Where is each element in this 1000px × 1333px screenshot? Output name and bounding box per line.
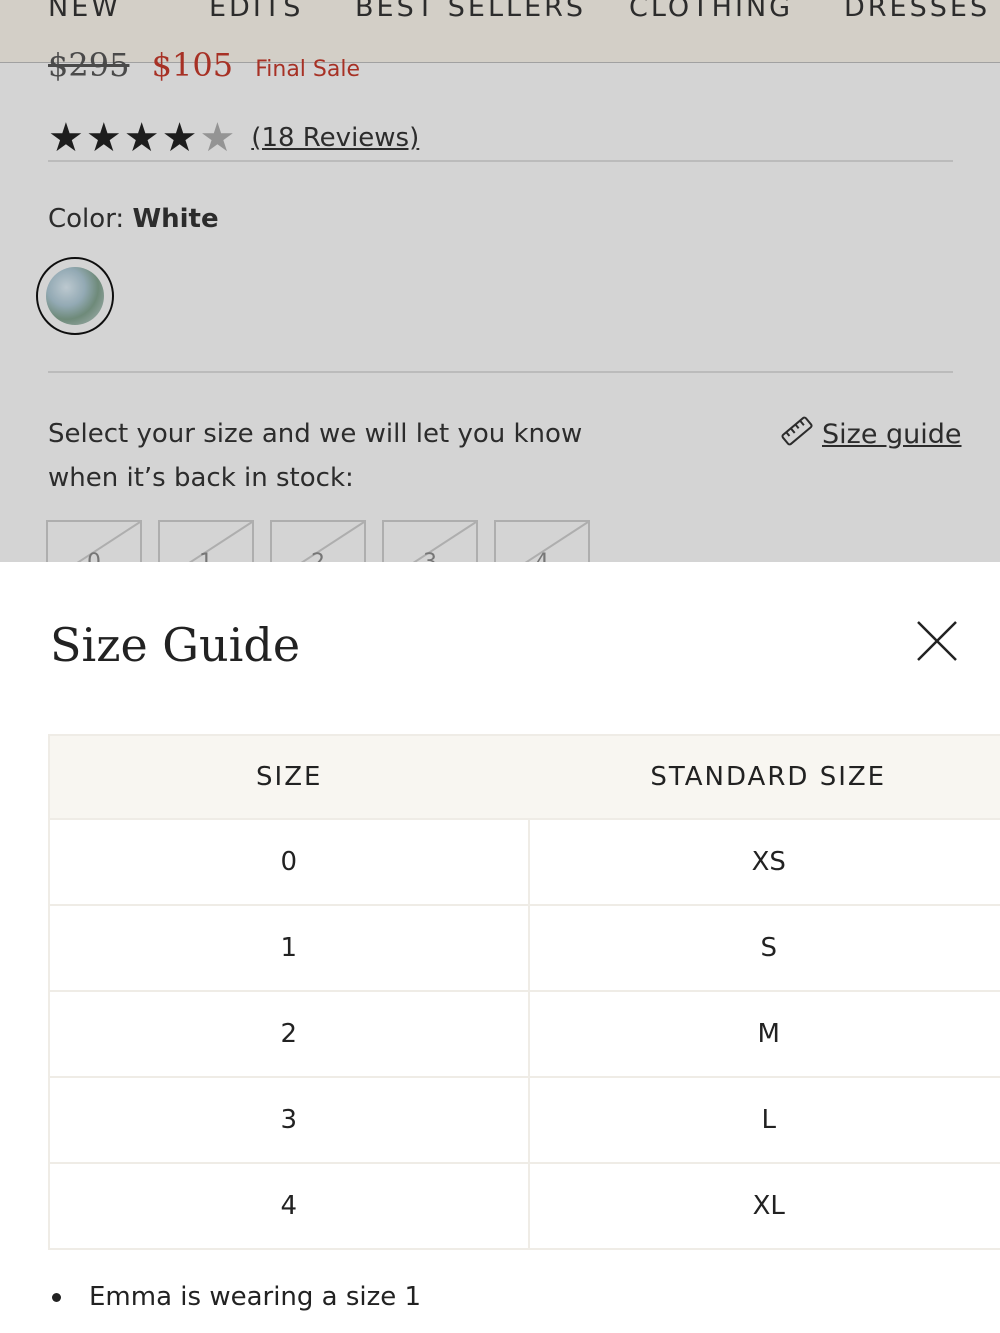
column-header-size: SIZE [48, 734, 529, 819]
cell-standard-size: XS [527, 818, 1000, 905]
table-header-row: SIZE STANDARD SIZE [48, 734, 1000, 819]
table-row: 2 M [48, 990, 1000, 1077]
cell-size: 3 [48, 1076, 529, 1163]
modal-title: Size Guide [50, 618, 301, 672]
size-guide-modal: Size Guide SIZE STANDARD SIZE 0 XS 1 S 2 [0, 562, 1000, 1333]
fit-note: Emma is wearing a size 1 [48, 1282, 421, 1312]
close-icon [917, 621, 957, 661]
table-row: 3 L [48, 1076, 1000, 1163]
bullet-icon [52, 1292, 61, 1302]
product-page: NEW EDITS BEST SELLERS CLOTHING DRESSES … [0, 0, 1000, 562]
cell-standard-size: S [527, 904, 1000, 991]
cell-size: 2 [48, 990, 529, 1077]
cell-size: 1 [48, 904, 529, 991]
table-row: 1 S [48, 904, 1000, 991]
cell-size: 4 [48, 1162, 529, 1250]
table-row: 4 XL [48, 1162, 1000, 1250]
cell-standard-size: XL [527, 1162, 1000, 1250]
close-button[interactable] [914, 618, 960, 664]
cell-standard-size: M [527, 990, 1000, 1077]
modal-backdrop[interactable] [0, 0, 1000, 562]
table-row: 0 XS [48, 818, 1000, 905]
column-header-standard-size: STANDARD SIZE [528, 734, 1000, 819]
size-chart-table: SIZE STANDARD SIZE 0 XS 1 S 2 M 3 L 4 XL [48, 734, 1000, 1250]
cell-standard-size: L [527, 1076, 1000, 1163]
cell-size: 0 [48, 818, 529, 905]
fit-note-text: Emma is wearing a size 1 [89, 1282, 422, 1312]
